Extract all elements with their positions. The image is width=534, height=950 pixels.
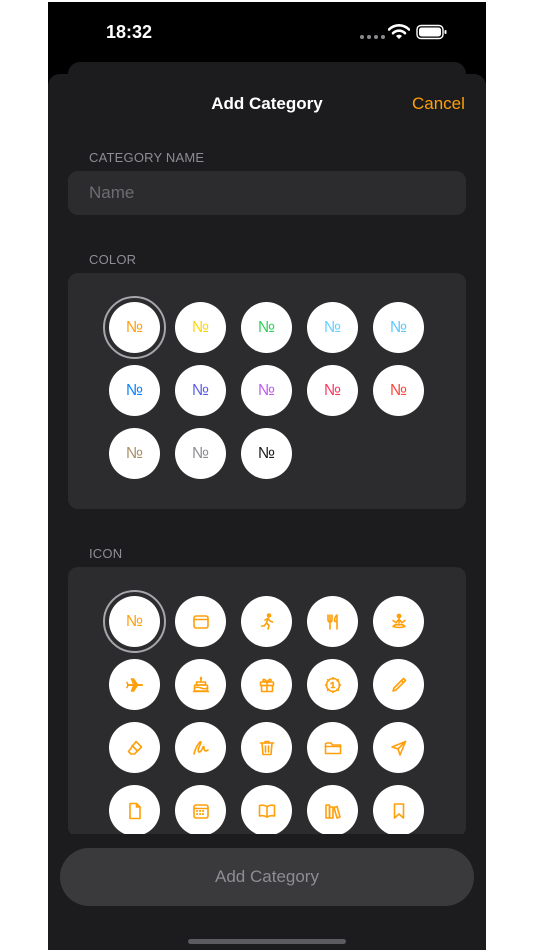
color-label: COLOR <box>89 252 137 267</box>
airplane-icon[interactable] <box>109 659 160 710</box>
color-swatch[interactable]: № <box>109 428 160 479</box>
color-swatch[interactable]: № <box>307 302 358 353</box>
color-swatch[interactable]: № <box>241 428 292 479</box>
swatch-glyph: № <box>257 381 276 399</box>
fork-knife-icon[interactable] <box>307 596 358 647</box>
color-swatch[interactable]: № <box>175 365 226 416</box>
phone-screen: 18:32 Add Category Cancel CATEGORY NAME … <box>48 2 486 950</box>
swatch-glyph: № <box>323 381 342 399</box>
icon-picker: № <box>68 567 466 837</box>
swatch-glyph: № <box>125 318 144 336</box>
swatch-glyph: № <box>125 444 144 462</box>
swatch-glyph: № <box>257 318 276 336</box>
swatch-glyph: № <box>191 318 210 336</box>
battery-icon <box>416 24 447 40</box>
signal-dots-icon <box>360 35 385 39</box>
scribble-icon[interactable] <box>175 722 226 773</box>
bookmark-icon[interactable] <box>373 785 424 836</box>
swatch-glyph: № <box>389 318 408 336</box>
books-icon[interactable] <box>307 785 358 836</box>
calendar-icon[interactable] <box>175 785 226 836</box>
color-swatch[interactable]: № <box>103 296 166 359</box>
meditation-icon[interactable] <box>373 596 424 647</box>
swatch-glyph: № <box>323 318 342 336</box>
window-icon[interactable] <box>175 596 226 647</box>
home-indicator <box>188 939 346 944</box>
gift-icon[interactable] <box>241 659 292 710</box>
add-category-button[interactable]: Add Category <box>60 848 474 906</box>
swatch-glyph: № <box>125 381 144 399</box>
color-swatch[interactable]: № <box>109 365 160 416</box>
document-icon[interactable] <box>109 785 160 836</box>
swatch-glyph: № <box>191 381 210 399</box>
color-swatch[interactable]: № <box>307 365 358 416</box>
swatch-glyph: № <box>389 381 408 399</box>
color-swatch[interactable]: № <box>241 302 292 353</box>
number-glyph: № <box>125 612 144 630</box>
gear-badge-icon[interactable] <box>307 659 358 710</box>
add-category-sheet: Add Category Cancel CATEGORY NAME COLOR … <box>48 74 486 950</box>
book-icon[interactable] <box>241 785 292 836</box>
icon-label: ICON <box>89 546 123 561</box>
cancel-button[interactable]: Cancel <box>412 94 465 114</box>
swatch-glyph: № <box>191 444 210 462</box>
pencil-icon[interactable] <box>373 659 424 710</box>
bottom-bar: Add Category <box>48 834 486 950</box>
eraser-icon[interactable] <box>109 722 160 773</box>
paper-plane-icon[interactable] <box>373 722 424 773</box>
swatch-glyph: № <box>257 444 276 462</box>
number-icon[interactable]: № <box>103 590 166 653</box>
color-swatch[interactable]: № <box>175 428 226 479</box>
color-swatch[interactable]: № <box>373 365 424 416</box>
category-name-label: CATEGORY NAME <box>89 150 205 165</box>
running-figure-icon[interactable] <box>241 596 292 647</box>
color-swatch[interactable]: № <box>241 365 292 416</box>
color-picker: № № № № № № № № № № № № № <box>68 273 466 509</box>
color-swatch[interactable]: № <box>373 302 424 353</box>
status-time: 18:32 <box>106 22 153 42</box>
birthday-cake-icon[interactable] <box>175 659 226 710</box>
folder-icon[interactable] <box>307 722 358 773</box>
trash-icon[interactable] <box>241 722 292 773</box>
color-swatch[interactable]: № <box>175 302 226 353</box>
category-name-input[interactable] <box>68 171 466 215</box>
wifi-icon <box>388 24 410 39</box>
